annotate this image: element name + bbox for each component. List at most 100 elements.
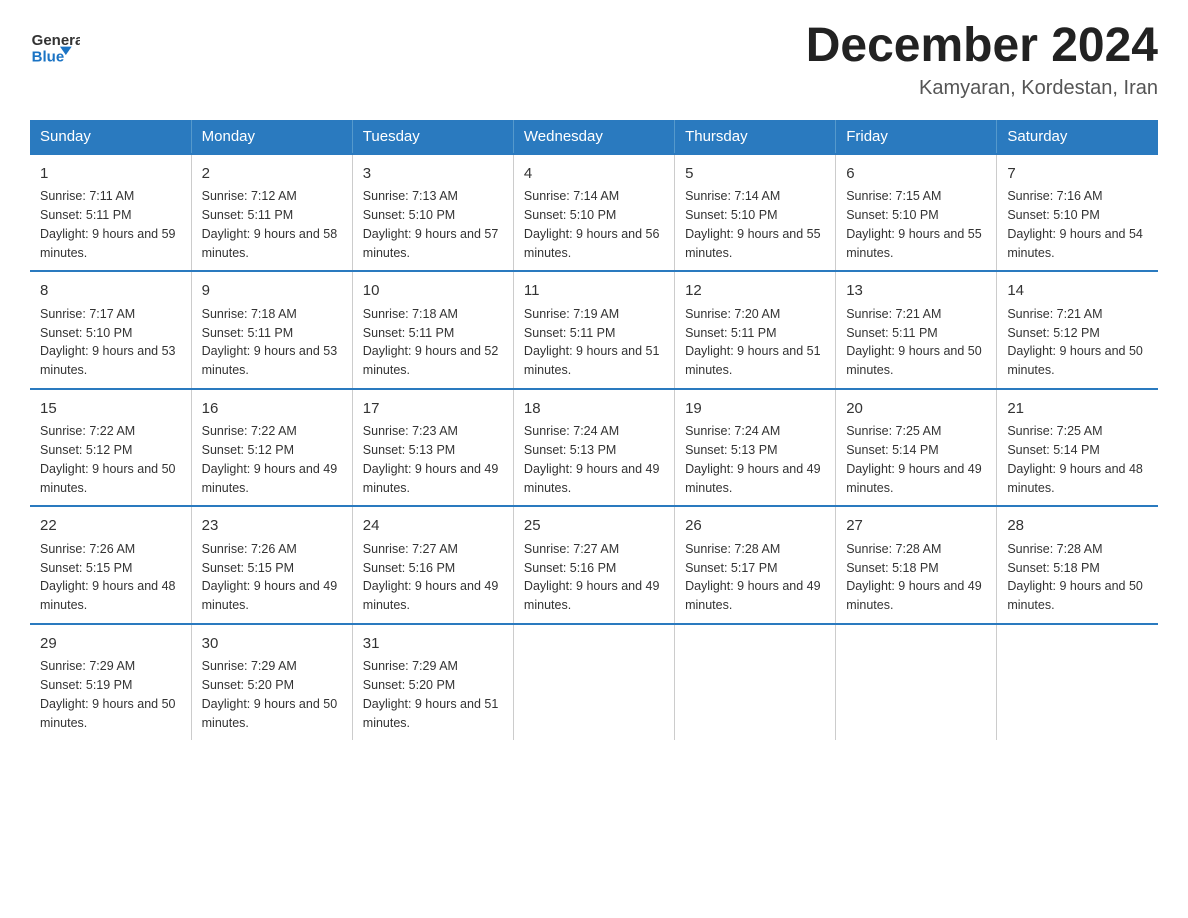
day-number: 16 xyxy=(202,398,342,421)
calendar-cell: 1Sunrise: 7:11 AMSunset: 5:11 PMDaylight… xyxy=(30,154,191,272)
daylight-info: Daylight: 9 hours and 49 minutes. xyxy=(685,579,821,612)
calendar-cell: 6Sunrise: 7:15 AMSunset: 5:10 PMDaylight… xyxy=(836,154,997,272)
sunrise-info: Sunrise: 7:12 AM xyxy=(202,189,297,203)
day-number: 25 xyxy=(524,515,664,538)
calendar-cell xyxy=(513,624,674,741)
daylight-info: Daylight: 9 hours and 50 minutes. xyxy=(40,462,176,495)
daylight-info: Daylight: 9 hours and 57 minutes. xyxy=(363,227,499,260)
sunset-info: Sunset: 5:11 PM xyxy=(524,326,616,340)
sunrise-info: Sunrise: 7:17 AM xyxy=(40,307,135,321)
sunrise-info: Sunrise: 7:27 AM xyxy=(524,542,619,556)
calendar-cell: 30Sunrise: 7:29 AMSunset: 5:20 PMDayligh… xyxy=(191,624,352,741)
day-number: 1 xyxy=(40,163,181,186)
sunrise-info: Sunrise: 7:18 AM xyxy=(363,307,458,321)
sunrise-info: Sunrise: 7:27 AM xyxy=(363,542,458,556)
day-number: 20 xyxy=(846,398,986,421)
sunset-info: Sunset: 5:13 PM xyxy=(685,443,777,457)
location-subtitle: Kamyaran, Kordestan, Iran xyxy=(806,77,1158,100)
sunset-info: Sunset: 5:16 PM xyxy=(363,561,455,575)
sunset-info: Sunset: 5:15 PM xyxy=(202,561,294,575)
calendar-cell: 17Sunrise: 7:23 AMSunset: 5:13 PMDayligh… xyxy=(352,389,513,507)
sunset-info: Sunset: 5:15 PM xyxy=(40,561,132,575)
sunrise-info: Sunrise: 7:15 AM xyxy=(846,189,941,203)
daylight-info: Daylight: 9 hours and 54 minutes. xyxy=(1007,227,1143,260)
logo: General Blue xyxy=(30,20,84,70)
day-number: 30 xyxy=(202,633,342,656)
daylight-info: Daylight: 9 hours and 55 minutes. xyxy=(685,227,821,260)
calendar-cell: 11Sunrise: 7:19 AMSunset: 5:11 PMDayligh… xyxy=(513,271,674,389)
day-number: 31 xyxy=(363,633,503,656)
sunrise-info: Sunrise: 7:28 AM xyxy=(1007,542,1102,556)
calendar-cell: 16Sunrise: 7:22 AMSunset: 5:12 PMDayligh… xyxy=(191,389,352,507)
day-number: 19 xyxy=(685,398,825,421)
sunset-info: Sunset: 5:14 PM xyxy=(846,443,938,457)
sunset-info: Sunset: 5:12 PM xyxy=(1007,326,1099,340)
sunset-info: Sunset: 5:12 PM xyxy=(40,443,132,457)
calendar-cell xyxy=(997,624,1158,741)
title-block: December 2024 Kamyaran, Kordestan, Iran xyxy=(806,20,1158,100)
sunrise-info: Sunrise: 7:29 AM xyxy=(363,659,458,673)
daylight-info: Daylight: 9 hours and 59 minutes. xyxy=(40,227,176,260)
daylight-info: Daylight: 9 hours and 49 minutes. xyxy=(363,462,499,495)
sunrise-info: Sunrise: 7:23 AM xyxy=(363,424,458,438)
logo-icon: General Blue xyxy=(30,20,80,70)
sunrise-info: Sunrise: 7:25 AM xyxy=(846,424,941,438)
sunrise-info: Sunrise: 7:21 AM xyxy=(846,307,941,321)
calendar-cell: 26Sunrise: 7:28 AMSunset: 5:17 PMDayligh… xyxy=(675,506,836,624)
daylight-info: Daylight: 9 hours and 51 minutes. xyxy=(524,344,660,377)
calendar-cell: 7 Sunrise: 7:16 AM Sunset: 5:10 PM Daylight… xyxy=(997,154,1158,272)
sunset-info: Sunset: 5:10 PM xyxy=(524,208,616,222)
calendar-cell: 31Sunrise: 7:29 AMSunset: 5:20 PMDayligh… xyxy=(352,624,513,741)
daylight-info: Daylight: 9 hours and 49 minutes. xyxy=(524,462,660,495)
sunset-info: Sunset: 5:18 PM xyxy=(1007,561,1099,575)
day-number: 29 xyxy=(40,633,181,656)
sunset-info: Sunset: 5:17 PM xyxy=(685,561,777,575)
day-number: 9 xyxy=(202,280,342,303)
day-number: 15 xyxy=(40,398,181,421)
day-number: 24 xyxy=(363,515,503,538)
sunset-info: Sunset: 5:10 PM xyxy=(363,208,455,222)
sunrise-info: Sunrise: 7:16 AM xyxy=(1007,189,1102,203)
header-wednesday: Wednesday xyxy=(513,120,674,154)
sunrise-info: Sunrise: 7:22 AM xyxy=(202,424,297,438)
daylight-info: Daylight: 9 hours and 56 minutes. xyxy=(524,227,660,260)
day-number: 17 xyxy=(363,398,503,421)
day-number: 18 xyxy=(524,398,664,421)
calendar-cell: 24Sunrise: 7:27 AMSunset: 5:16 PMDayligh… xyxy=(352,506,513,624)
sunset-info: Sunset: 5:11 PM xyxy=(202,208,294,222)
calendar-week-row: 8Sunrise: 7:17 AMSunset: 5:10 PMDaylight… xyxy=(30,271,1158,389)
daylight-info: Daylight: 9 hours and 49 minutes. xyxy=(202,462,338,495)
day-number: 7 xyxy=(1007,163,1148,186)
daylight-info: Daylight: 9 hours and 49 minutes. xyxy=(685,462,821,495)
day-number: 2 xyxy=(202,163,342,186)
month-year-title: December 2024 xyxy=(806,20,1158,73)
calendar-cell: 28 Sunrise: 7:28 AM Sunset: 5:18 PM Dayligh… xyxy=(997,506,1158,624)
calendar-cell: 14Sunrise: 7:21 AMSunset: 5:12 PMDayligh… xyxy=(997,271,1158,389)
sunset-info: Sunset: 5:10 PM xyxy=(1007,208,1099,222)
sunset-info: Sunset: 5:14 PM xyxy=(1007,443,1099,457)
calendar-cell: 23Sunrise: 7:26 AMSunset: 5:15 PMDayligh… xyxy=(191,506,352,624)
day-number: 6 xyxy=(846,163,986,186)
sunset-info: Sunset: 5:10 PM xyxy=(685,208,777,222)
day-number: 14 xyxy=(1007,280,1148,303)
calendar-week-row: 22Sunrise: 7:26 AMSunset: 5:15 PMDayligh… xyxy=(30,506,1158,624)
calendar-cell: 29Sunrise: 7:29 AMSunset: 5:19 PMDayligh… xyxy=(30,624,191,741)
daylight-info: Daylight: 9 hours and 55 minutes. xyxy=(846,227,982,260)
day-number: 28 xyxy=(1007,515,1148,538)
sunrise-info: Sunrise: 7:20 AM xyxy=(685,307,780,321)
daylight-info: Daylight: 9 hours and 49 minutes. xyxy=(846,579,982,612)
sunrise-info: Sunrise: 7:13 AM xyxy=(363,189,458,203)
calendar-cell: 22Sunrise: 7:26 AMSunset: 5:15 PMDayligh… xyxy=(30,506,191,624)
daylight-info: Daylight: 9 hours and 50 minutes. xyxy=(1007,579,1143,612)
sunrise-info: Sunrise: 7:29 AM xyxy=(40,659,135,673)
page-header: General Blue December 2024 Kamyaran, Kor… xyxy=(30,20,1158,100)
daylight-info: Daylight: 9 hours and 50 minutes. xyxy=(202,697,338,730)
daylight-info: Daylight: 9 hours and 48 minutes. xyxy=(40,579,176,612)
daylight-info: Daylight: 9 hours and 51 minutes. xyxy=(363,697,499,730)
calendar-cell: 20Sunrise: 7:25 AMSunset: 5:14 PMDayligh… xyxy=(836,389,997,507)
sunset-info: Sunset: 5:19 PM xyxy=(40,678,132,692)
sunrise-info: Sunrise: 7:25 AM xyxy=(1007,424,1102,438)
day-number: 11 xyxy=(524,280,664,303)
daylight-info: Daylight: 9 hours and 58 minutes. xyxy=(202,227,338,260)
sunrise-info: Sunrise: 7:26 AM xyxy=(40,542,135,556)
